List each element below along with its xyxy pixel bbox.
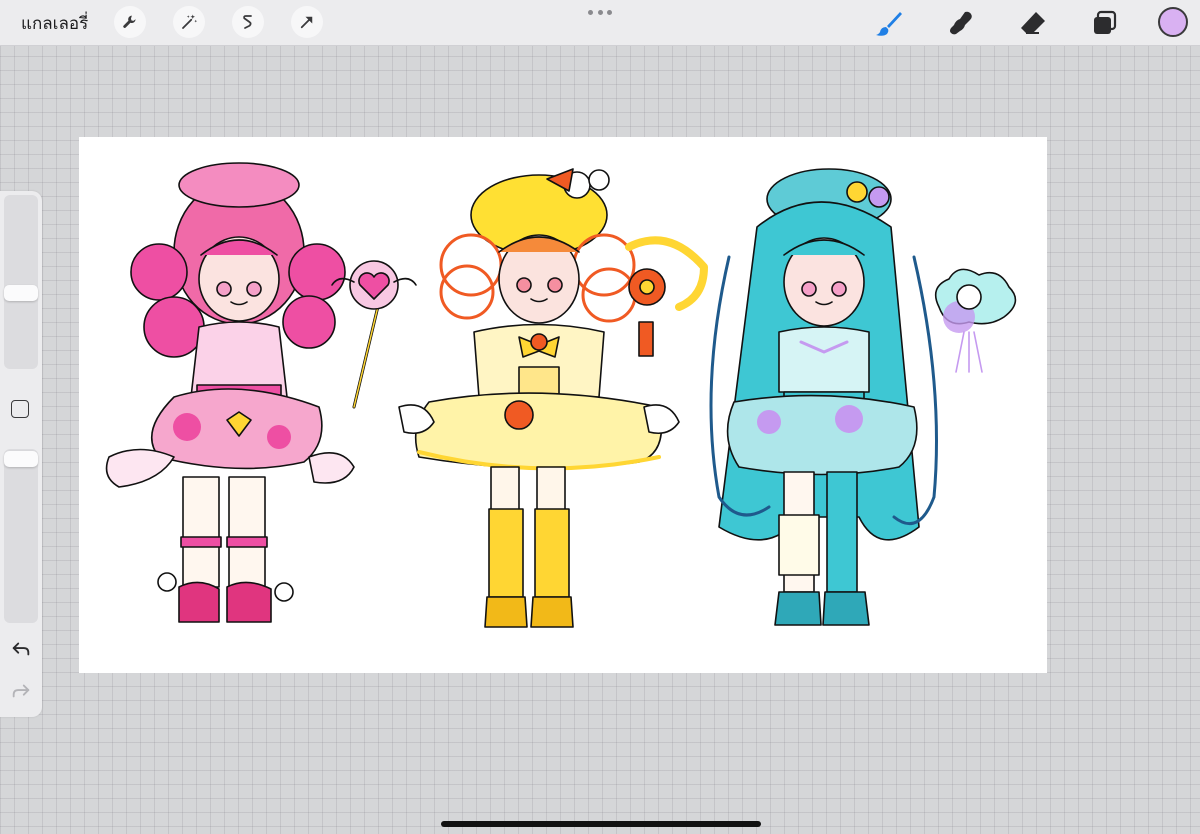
dot [588,9,593,15]
drawing-canvas[interactable] [79,137,1047,673]
top-toolbar: แกลเลอรี่ [0,0,1200,46]
pink-character [105,162,417,623]
dot [607,9,612,15]
adjustments-button[interactable] [173,6,205,38]
actions-button[interactable] [114,6,146,38]
artwork [105,162,1017,628]
teal-character [709,168,1017,626]
wrench-icon [123,15,136,28]
selection-button[interactable] [232,6,264,38]
layers-icon [1094,10,1117,34]
eraser-button[interactable] [1018,8,1048,38]
current-color-swatch[interactable] [1158,7,1188,37]
layers-button[interactable] [1090,8,1120,38]
brush-button[interactable] [874,8,904,38]
selection-icon [243,15,252,29]
brush-size-slider[interactable] [4,195,38,369]
transform-arrow-icon [300,16,313,29]
smudge-button[interactable] [946,8,976,38]
brush-size-slider-thumb[interactable] [4,285,38,301]
dot [597,9,603,15]
opacity-slider[interactable] [4,449,38,623]
undo-icon[interactable] [10,638,32,660]
redo-icon[interactable] [10,680,32,702]
smudge-icon [950,11,972,35]
gallery-button[interactable]: แกลเลอรี่ [21,10,88,37]
transform-button[interactable] [291,6,323,38]
more-options-dots[interactable] [588,7,612,17]
left-sidebar [0,191,42,717]
modify-button[interactable] [11,400,29,418]
home-indicator[interactable] [441,821,761,827]
magic-wand-icon [182,14,198,29]
eraser-icon [1021,12,1045,34]
yellow-character [398,168,708,628]
opacity-slider-thumb[interactable] [4,451,38,467]
brush-icon [876,12,902,36]
